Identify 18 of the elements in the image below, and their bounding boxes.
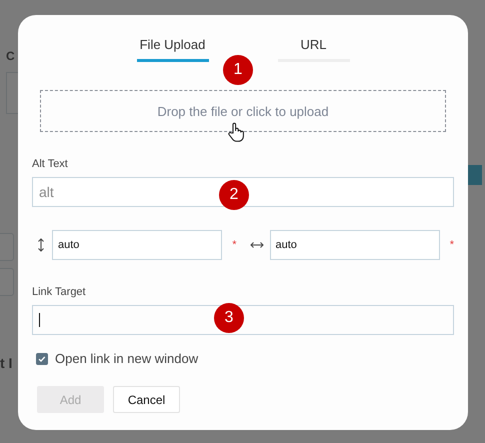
link-target-input[interactable] — [32, 305, 454, 335]
checkbox-label: Open link in new window — [55, 351, 198, 366]
background-text: C — [6, 49, 15, 63]
field-label: Link Target — [32, 286, 87, 298]
size-input[interactable]: auto — [52, 230, 222, 260]
dropzone-text: Drop the file or click to upload — [157, 104, 329, 118]
hand-pointer-icon — [227, 122, 245, 142]
checkmark-icon — [37, 354, 47, 364]
tab[interactable]: File Upload — [136, 35, 208, 62]
checkbox[interactable] — [36, 352, 48, 364]
background-text: t I — [0, 355, 12, 371]
vertical-arrow-icon — [36, 238, 46, 252]
field-label: Alt Text — [32, 158, 69, 170]
tab[interactable]: URL — [278, 35, 350, 62]
required-mark: * — [450, 239, 454, 251]
size-input[interactable]: auto — [270, 230, 440, 260]
required-mark: * — [232, 239, 236, 251]
cancel-button[interactable]: Cancel — [113, 386, 180, 413]
